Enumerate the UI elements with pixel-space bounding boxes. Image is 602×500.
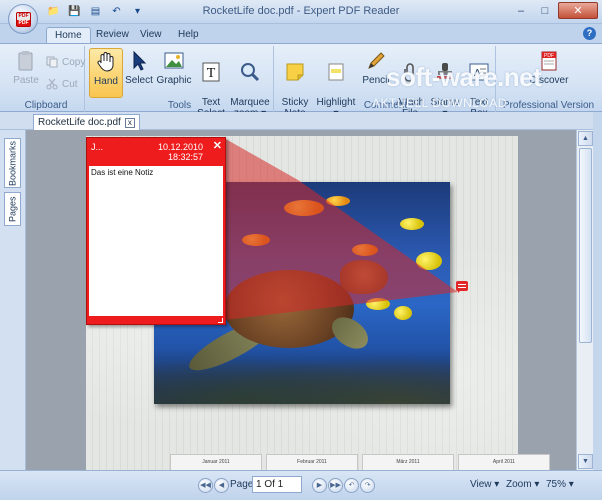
image-icon xyxy=(164,52,184,69)
highlighter-icon xyxy=(328,63,344,81)
help-icon[interactable]: ? xyxy=(583,27,596,40)
svg-text:PDF: PDF xyxy=(544,53,554,59)
fish-shape xyxy=(326,196,350,206)
page-number-input[interactable]: 1 Of 1 xyxy=(252,476,302,493)
group-label-tools: Tools xyxy=(167,100,192,111)
previous-page-icon[interactable]: ◀ xyxy=(214,478,229,493)
maximize-button[interactable]: □ xyxy=(534,2,556,19)
text-cursor-icon: T xyxy=(202,62,220,82)
window-edge xyxy=(593,112,602,472)
note-author: J... xyxy=(91,142,104,152)
group-label-professional: Professional Version xyxy=(502,100,595,111)
turtle-head xyxy=(340,260,388,294)
application-menu-button[interactable]: PDF PDF xyxy=(8,4,38,34)
svg-text:T: T xyxy=(207,66,216,81)
close-tab-icon[interactable]: x xyxy=(124,117,135,128)
close-button[interactable]: ✕ xyxy=(558,2,598,19)
tab-view[interactable]: View xyxy=(132,27,170,44)
group-label-clipboard: Clipboard xyxy=(24,100,68,111)
cursor-arrow-icon xyxy=(133,50,147,71)
cut-button[interactable]: Cut xyxy=(46,78,78,90)
fish-shape xyxy=(416,252,442,270)
sticky-note-popup[interactable]: J... 10.12.2010 18:32:57 ✕ Das ist eine … xyxy=(86,137,226,325)
next-page-icon[interactable]: ▶ xyxy=(312,478,327,493)
ribbon: Paste Copy Cut Clipboard Hand Select Gra… xyxy=(0,43,602,119)
resize-grip-icon[interactable] xyxy=(218,318,223,323)
watermark-subtitle: AKTUELL DOWNLOAD xyxy=(372,96,507,110)
pdf-logo-icon: PDF PDF xyxy=(16,12,31,27)
pencil-icon xyxy=(368,52,385,69)
fish-shape xyxy=(394,306,412,320)
note-text-area[interactable]: Das ist eine Notiz xyxy=(89,166,223,316)
calendar-page: April 2011 xyxy=(458,454,550,470)
copy-button[interactable]: Copy xyxy=(46,56,85,68)
document-tab-bar: RocketLife doc.pdf x xyxy=(0,112,602,130)
marquee-zoom-tool-button[interactable]: Marquee zoom ▾ xyxy=(230,48,270,119)
hand-tool-button[interactable]: Hand xyxy=(89,48,123,98)
calendar-page: Februar 2011 xyxy=(266,454,358,470)
sticky-note-icon xyxy=(286,63,304,81)
note-time: 18:32:57 xyxy=(167,152,203,162)
tab-home[interactable]: Home xyxy=(46,27,91,44)
zoom-dropdown[interactable]: Zoom ▾ xyxy=(506,479,539,490)
copy-icon xyxy=(46,56,58,68)
magnifier-icon xyxy=(241,63,260,82)
sticky-note-button[interactable]: Sticky Note xyxy=(278,48,312,119)
fish-shape xyxy=(366,298,390,310)
calendar-page: Januar 2011 xyxy=(170,454,262,470)
group-clipboard: Paste Copy Cut Clipboard xyxy=(8,46,85,112)
back-icon[interactable]: ↶ xyxy=(344,478,359,493)
vertical-scrollbar[interactable]: ▲ ▼ xyxy=(576,130,593,470)
last-page-icon[interactable]: ▶▶ xyxy=(328,478,343,493)
zoom-level-dropdown[interactable]: 75% ▾ xyxy=(546,479,574,490)
note-date: 10.12.2010 xyxy=(157,142,203,152)
watermark-logo: soft-ware.net xyxy=(386,62,542,92)
text-select-tool-button[interactable]: T Text Select xyxy=(194,48,228,119)
status-bar: ◀◀ ◀ Page 1 Of 1 ▶ ▶▶ ↶ ↷ View ▾ Zoom ▾ … xyxy=(0,470,602,500)
fish-shape xyxy=(242,234,270,246)
scroll-up-arrow-icon[interactable]: ▲ xyxy=(578,131,593,146)
page-label: Page xyxy=(230,479,254,490)
minimize-button[interactable]: – xyxy=(510,2,532,19)
view-dropdown[interactable]: View ▾ xyxy=(470,479,499,490)
tab-help[interactable]: Help xyxy=(170,27,207,44)
paste-icon xyxy=(18,51,33,71)
forward-icon[interactable]: ↷ xyxy=(360,478,375,493)
scissors-icon xyxy=(46,78,58,90)
select-tool-button[interactable]: Select xyxy=(123,48,155,98)
highlight-button[interactable]: Highlight ▾ xyxy=(314,48,358,119)
window-controls: – □ ✕ xyxy=(510,2,598,19)
note-timestamp: 10.12.2010 18:32:57 xyxy=(158,142,203,162)
first-page-icon[interactable]: ◀◀ xyxy=(198,478,213,493)
fish-shape xyxy=(352,244,378,256)
fish-shape xyxy=(284,200,324,216)
note-close-icon[interactable]: ✕ xyxy=(213,139,222,152)
comment-marker-icon[interactable] xyxy=(456,281,468,293)
document-tab-label: RocketLife doc.pdf xyxy=(38,117,121,128)
scroll-thumb[interactable] xyxy=(579,148,592,343)
tab-pages[interactable]: Pages xyxy=(4,192,21,226)
paste-button[interactable]: Paste xyxy=(10,48,42,98)
calendar-page: März 2011 xyxy=(362,454,454,470)
group-tools: Hand Select Graphic T Text Select Marque… xyxy=(86,46,274,119)
side-panel-tabs: Bookmarks Pages xyxy=(0,130,26,470)
tab-review[interactable]: Review xyxy=(88,27,137,44)
graphic-tool-button[interactable]: Graphic xyxy=(156,48,192,98)
hand-icon xyxy=(97,52,114,72)
tab-bookmarks[interactable]: Bookmarks xyxy=(4,138,21,188)
title-bar: 📁 💾 ▤ ↶ ▾ RocketLife doc.pdf - Expert PD… xyxy=(0,0,602,24)
calendar-strip: Januar 2011 Februar 2011 März 2011 April… xyxy=(170,454,550,470)
ribbon-tab-bar: Home Review View Help ? xyxy=(0,24,602,44)
fish-shape xyxy=(400,218,424,230)
scroll-down-arrow-icon[interactable]: ▼ xyxy=(578,454,593,469)
document-tab[interactable]: RocketLife doc.pdf x xyxy=(33,114,140,130)
